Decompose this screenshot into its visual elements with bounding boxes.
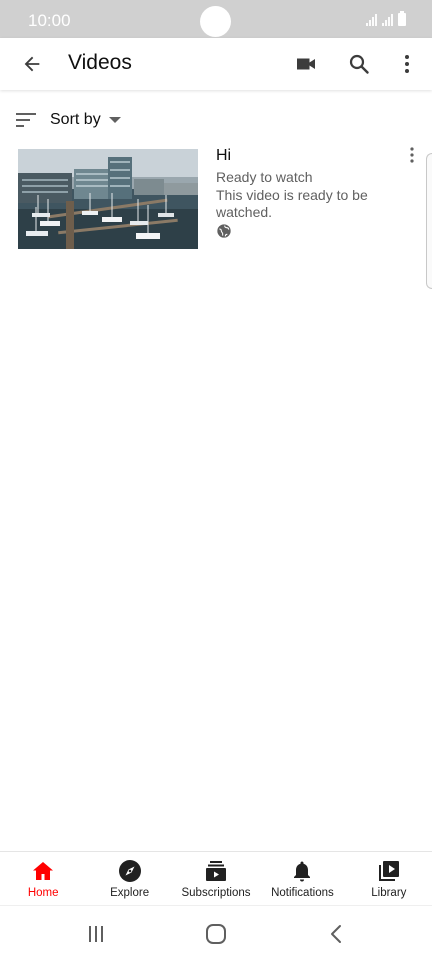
signal-icon-2 bbox=[382, 13, 393, 26]
status-bar: 10:00 bbox=[0, 0, 432, 38]
home-circle-icon bbox=[206, 924, 226, 944]
video-thumbnail[interactable] bbox=[18, 149, 198, 249]
nav-label-explore: Explore bbox=[110, 887, 150, 899]
subscriptions-icon bbox=[203, 858, 229, 884]
app-bar: Videos bbox=[0, 38, 432, 90]
nav-label-subscriptions: Subscriptions bbox=[181, 887, 251, 899]
more-vert-icon bbox=[405, 55, 409, 73]
nav-notifications[interactable]: Notifications bbox=[259, 852, 345, 905]
more-vert-icon bbox=[410, 147, 414, 163]
video-camera-icon bbox=[297, 58, 315, 70]
nav-home[interactable]: Home bbox=[0, 852, 86, 905]
battery-icon bbox=[398, 11, 406, 26]
more-options-button[interactable] bbox=[387, 44, 427, 84]
signal-icon bbox=[366, 13, 377, 26]
recents-button[interactable] bbox=[82, 920, 110, 948]
home-icon bbox=[30, 858, 56, 884]
sort-label: Sort by bbox=[50, 111, 101, 128]
search-button[interactable] bbox=[339, 44, 379, 84]
back-button[interactable] bbox=[12, 44, 52, 84]
video-more-button[interactable] bbox=[402, 145, 422, 165]
compass-icon bbox=[117, 858, 143, 884]
nav-explore[interactable]: Explore bbox=[86, 852, 172, 905]
video-status: Ready to watch bbox=[216, 169, 313, 185]
nav-label-library: Library bbox=[371, 887, 407, 899]
recents-icon bbox=[89, 926, 103, 942]
nav-label-notifications: Notifications bbox=[271, 887, 334, 899]
camera-cutout bbox=[200, 6, 231, 37]
nav-library[interactable]: Library bbox=[346, 852, 432, 905]
system-home-button[interactable] bbox=[202, 920, 230, 948]
page-title: Videos bbox=[68, 51, 132, 74]
search-icon bbox=[349, 54, 369, 74]
back-chevron-icon bbox=[331, 925, 341, 943]
system-back-button[interactable] bbox=[323, 920, 351, 948]
library-icon bbox=[376, 858, 402, 884]
nav-subscriptions[interactable]: Subscriptions bbox=[173, 852, 259, 905]
bell-icon bbox=[289, 858, 315, 884]
create-video-button[interactable] bbox=[286, 44, 326, 84]
sort-icon bbox=[16, 113, 36, 127]
dropdown-caret-icon bbox=[108, 117, 121, 123]
nav-label-home: Home bbox=[27, 887, 59, 899]
system-navigation-bar bbox=[0, 905, 432, 960]
video-list-item[interactable]: Hi Ready to watch This video is ready to… bbox=[18, 145, 432, 255]
bottom-navigation: Home Explore Subscriptions Notifications… bbox=[0, 851, 432, 905]
status-time: 10:00 bbox=[28, 11, 71, 30]
back-arrow-icon bbox=[24, 56, 40, 72]
status-icons bbox=[366, 11, 406, 26]
sort-button[interactable]: Sort by bbox=[14, 104, 121, 136]
video-description: This video is ready to be watched. bbox=[216, 187, 368, 220]
globe-icon bbox=[217, 224, 231, 238]
video-title: Hi bbox=[216, 147, 232, 164]
edge-panel-handle[interactable] bbox=[426, 153, 432, 289]
marina-thumbnail-image bbox=[18, 149, 198, 249]
